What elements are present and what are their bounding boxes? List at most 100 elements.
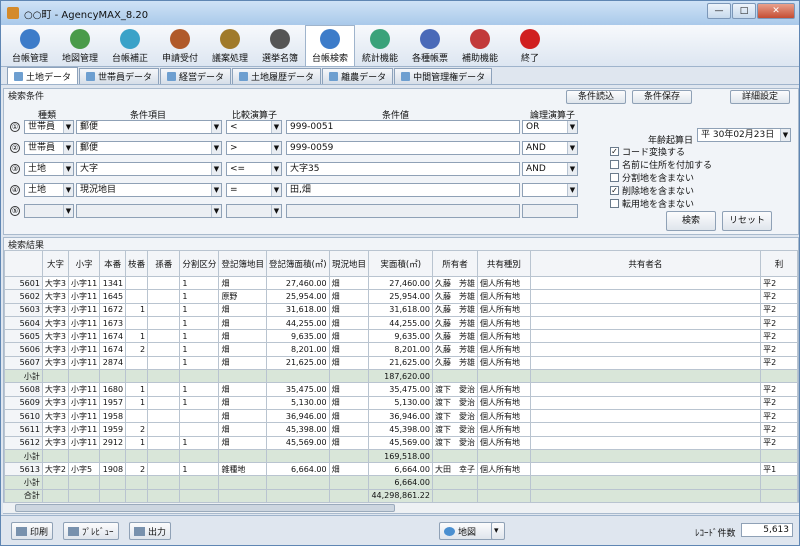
condition-logic-select[interactable]: AND ▼: [522, 162, 578, 176]
condition-operator-select[interactable]: = ▼: [226, 183, 282, 197]
table-row[interactable]: 5611 大字3 小字11 1959 2 畑 45,398.00 畑 45,398.00 渡下 愛…: [4, 422, 798, 437]
tab-2[interactable]: 経営データ: [160, 68, 232, 84]
checkbox-box[interactable]: [610, 199, 619, 208]
tab-5[interactable]: 中間管理権データ: [394, 68, 493, 84]
condition-kind-select[interactable]: 世帯員 ▼: [24, 141, 74, 155]
condition-kind-select[interactable]: 世帯員 ▼: [24, 120, 74, 134]
map-dropdown-button[interactable]: ▾: [491, 522, 505, 540]
condition-kind-select[interactable]: 土地 ▼: [24, 162, 74, 176]
condition-operator-select[interactable]: ▼: [226, 204, 282, 218]
table-row[interactable]: 5606 大字3 小字11 1674 2 1 畑 8,201.00 畑 8,201.00 久藤 芳雄…: [4, 342, 798, 357]
condition-logic-select[interactable]: [522, 204, 578, 218]
table-row[interactable]: 5610 大字3 小字11 1958 畑 36,946.00 畑 36,946.00 渡下 愛治…: [4, 408, 798, 424]
checkbox-box[interactable]: [610, 160, 619, 169]
toolbar-button-3[interactable]: 申請受付: [155, 25, 205, 66]
load-conditions-button[interactable]: 条件読込: [566, 90, 626, 104]
column-header[interactable]: 孫番: [147, 250, 181, 277]
maximize-button[interactable]: □: [732, 3, 756, 19]
table-row[interactable]: 5602 大字3 小字11 1645 1 原野 25,954.00 畑 25,954.00 久藤 …: [4, 289, 798, 304]
detail-settings-button[interactable]: 詳細設定: [730, 90, 790, 104]
option-checkbox-2[interactable]: 分割地を含まない: [610, 171, 694, 184]
option-checkbox-4[interactable]: 転用地を含まない: [610, 197, 694, 210]
condition-item-select[interactable]: 現況地目 ▼: [76, 183, 222, 197]
preview-button[interactable]: ﾌﾟﾚﾋﾞｭｰ: [63, 522, 119, 540]
subtotal-row[interactable]: 合計 44,298,861.22: [4, 488, 798, 504]
tab-4[interactable]: 離農データ: [322, 68, 394, 84]
toolbar-button-5[interactable]: 選挙名簿: [255, 25, 305, 66]
table-row[interactable]: 5604 大字3 小字11 1673 1 畑 44,255.00 畑 44,255.00 久藤 芳…: [4, 315, 798, 331]
toolbar-button-10[interactable]: 終了: [505, 25, 555, 66]
toolbar-button-4[interactable]: 議案処理: [205, 25, 255, 66]
minimize-button[interactable]: —: [707, 3, 731, 19]
tab-0[interactable]: 土地データ: [7, 67, 79, 84]
table-row[interactable]: 5605 大字3 小字11 1674 1 1 畑 9,635.00 畑 9,635.00 久藤 芳雄…: [4, 329, 798, 344]
column-header[interactable]: 分割区分: [179, 250, 220, 277]
column-header[interactable]: 共有者名: [529, 250, 762, 277]
checkbox-box[interactable]: ✓: [610, 147, 619, 156]
table-cell: 雑種地: [218, 462, 267, 477]
output-button[interactable]: 出力: [129, 522, 172, 540]
toolbar-button-9[interactable]: 補助機能: [455, 25, 505, 66]
toolbar-button-0[interactable]: 台帳管理: [5, 25, 55, 66]
table-row[interactable]: 5608 大字3 小字11 1680 1 1 畑 35,475.00 畑 35,475.00 渡下 …: [4, 382, 798, 397]
toolbar-button-6[interactable]: 台帳検索: [305, 25, 355, 66]
condition-operator-select[interactable]: > ▼: [226, 141, 282, 155]
condition-value-input[interactable]: 大字35: [286, 162, 520, 176]
condition-kind-select[interactable]: ▼: [24, 204, 74, 218]
option-checkbox-1[interactable]: 名前に住所を付加する: [610, 158, 712, 171]
close-button[interactable]: ✕: [757, 3, 795, 19]
column-header[interactable]: 登記簿面積(㎡): [265, 250, 330, 277]
condition-operator-select[interactable]: < ▼: [226, 120, 282, 134]
toolbar-button-2[interactable]: 台帳補正: [105, 25, 155, 66]
horizontal-scrollbar[interactable]: [3, 502, 799, 513]
condition-logic-select[interactable]: AND ▼: [522, 141, 578, 155]
column-header[interactable]: 現況地目: [328, 250, 370, 277]
reset-button[interactable]: リセット: [722, 211, 772, 231]
condition-operator-select[interactable]: <= ▼: [226, 162, 282, 176]
subtotal-row[interactable]: 小計 169,518.00: [4, 448, 798, 464]
checkbox-box[interactable]: ✓: [610, 186, 619, 195]
option-checkbox-3[interactable]: ✓ 削除地を含まない: [610, 184, 694, 197]
scroll-thumb[interactable]: [15, 504, 395, 512]
column-header[interactable]: 利: [760, 250, 798, 277]
toolbar-button-1[interactable]: 地図管理: [55, 25, 105, 66]
condition-item-select[interactable]: 郵便 ▼: [76, 120, 222, 134]
column-header[interactable]: 実面積(㎡): [368, 250, 433, 277]
column-header[interactable]: 本番: [99, 250, 127, 277]
search-button[interactable]: 検索: [666, 211, 716, 231]
option-checkbox-0[interactable]: ✓ コード変換する: [610, 145, 685, 158]
subtotal-row[interactable]: 小計 187,620.00: [4, 369, 798, 384]
condition-kind-select[interactable]: 土地 ▼: [24, 183, 74, 197]
condition-logic-select[interactable]: OR ▼: [522, 120, 578, 134]
condition-value-input[interactable]: 999-0059: [286, 141, 520, 155]
checkbox-box[interactable]: [610, 173, 619, 182]
condition-value-input[interactable]: 田,畑: [286, 183, 520, 197]
column-header[interactable]: 枝番: [125, 250, 149, 277]
save-conditions-button[interactable]: 条件保存: [632, 90, 692, 104]
condition-item-select[interactable]: 郵便 ▼: [76, 141, 222, 155]
table-row[interactable]: 5601 大字3 小字11 1341 1 畑 27,460.00 畑 27,460.00 久藤 芳…: [4, 275, 798, 291]
table-row[interactable]: 5609 大字3 小字11 1957 1 1 畑 5,130.00 畑 5,130.00 渡下 愛治…: [4, 395, 798, 410]
column-header[interactable]: 共有種別: [476, 250, 531, 277]
table-row[interactable]: 5613 大字2 小字5 1908 2 1 雑種地 6,664.00 畑 6,664.00 大田 幸…: [4, 462, 798, 477]
table-row[interactable]: 5607 大字3 小字11 2874 1 畑 21,625.00 畑 21,625.00 久藤 芳…: [4, 355, 798, 371]
print-button[interactable]: 印刷: [11, 522, 54, 540]
tab-1[interactable]: 世帯員データ: [79, 68, 160, 84]
table-row[interactable]: 5603 大字3 小字11 1672 1 1 畑 31,618.00 畑 31,618.00 久藤 …: [4, 302, 798, 317]
column-header[interactable]: 所有者: [431, 250, 478, 277]
column-header[interactable]: 登記簿地目: [218, 250, 267, 277]
subtotal-row[interactable]: 小計 6,664.00: [4, 475, 798, 490]
column-header[interactable]: 小字: [68, 250, 101, 277]
age-base-date-picker[interactable]: 平 30年02月23日 ▼: [697, 128, 791, 142]
condition-value-input[interactable]: [286, 204, 520, 218]
condition-value-input[interactable]: 999-0051: [286, 120, 520, 134]
column-header[interactable]: [4, 250, 43, 277]
tab-3[interactable]: 土地履歴データ: [232, 68, 322, 84]
table-row[interactable]: 5612 大字3 小字11 2912 1 1 畑 45,569.00 畑 45,569.00 渡下 …: [4, 435, 798, 450]
toolbar-button-7[interactable]: 統計機能: [355, 25, 405, 66]
condition-item-select[interactable]: ▼: [76, 204, 222, 218]
condition-logic-select[interactable]: ▼: [522, 183, 578, 197]
column-header[interactable]: 大字: [41, 250, 70, 277]
toolbar-button-8[interactable]: 各種帳票: [405, 25, 455, 66]
condition-item-select[interactable]: 大字 ▼: [76, 162, 222, 176]
